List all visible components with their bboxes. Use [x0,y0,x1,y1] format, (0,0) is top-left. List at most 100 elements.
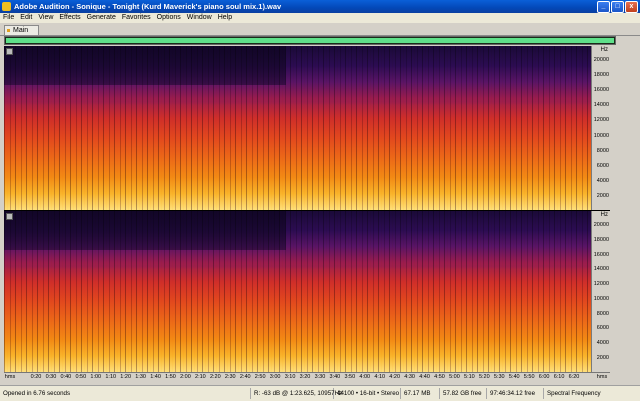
time-tick: 6:20 [568,374,580,380]
tab-main[interactable]: Main [4,25,40,35]
frequency-tick: 10000 [593,132,609,139]
close-button[interactable]: x [625,0,638,13]
time-tick: 2:50 [254,374,266,380]
frequency-tick: 4000 [596,340,609,347]
frequency-tick: 2000 [596,193,609,199]
menu-options[interactable]: Options [154,13,184,23]
window-title: Adobe Audition - Sonique - Tonight (Kurd… [14,2,282,11]
spectrogram-left-texture [4,46,604,210]
window-controls: _ □ x [597,0,638,13]
maximize-button[interactable]: □ [611,0,624,13]
time-tick: 5:40 [508,374,520,380]
menu-effects[interactable]: Effects [56,13,83,23]
channel-left-toggle[interactable] [6,48,13,55]
frequency-tick: 6000 [596,325,609,332]
frequency-tick: 18000 [593,236,609,243]
time-tick: 2:00 [180,374,191,380]
time-tick: 6:10 [553,374,565,380]
time-tick: 2:20 [209,374,221,380]
frequency-unit: Hz [600,47,608,53]
frequency-tick: 18000 [593,72,609,79]
time-tick: 3:40 [329,374,341,380]
frequency-unit: Hz [600,212,608,218]
frequency-tick: 16000 [593,251,609,258]
time-tick: 4:00 [359,374,371,380]
frequency-tick: 10000 [593,295,609,302]
frequency-tick: 20000 [593,57,609,63]
frequency-tick: 6000 [596,162,609,169]
overview-bar[interactable] [4,36,616,45]
tab-main-label: Main [13,27,29,34]
time-tick: 5:10 [464,374,475,380]
status-free-space: 57.82 GB free [440,388,487,399]
time-tick: 1:30 [135,374,146,380]
frequency-tick: 8000 [596,147,609,154]
menu-favorites[interactable]: Favorites [119,13,154,23]
time-tick: 5:00 [449,374,460,380]
time-tick: 6:00 [538,374,550,380]
time-tick: 5:30 [493,374,505,380]
time-ruler-start: hms [4,374,16,380]
time-tick: 5:20 [478,374,490,380]
frequency-ruler-right[interactable]: Hz 20000 18000 16000 14000 12000 10000 8000 600… [591,211,610,372]
time-tick: 3:30 [314,374,326,380]
status-free-time: 97:46:34.12 free [487,388,544,399]
status-level: R: -63 dB @ 1:23.625, 10957Hz [251,388,342,399]
menu-file[interactable]: File [0,13,17,23]
time-tick: 1:10 [105,374,117,380]
status-view-mode: Spectral Frequency [547,390,601,397]
time-tick: 2:10 [195,374,206,380]
time-tick: 3:10 [284,374,296,380]
spectral-view[interactable]: Hz 20000 18000 16000 14000 12000 10000 8000 600… [4,46,610,372]
time-tick: 1:20 [120,374,132,380]
menu-view[interactable]: View [35,13,56,23]
tab-marker-icon [7,29,10,32]
time-tick: 4:30 [404,374,415,380]
status-format: 44100 • 16-bit • Stereo [334,388,401,399]
visible-range[interactable] [6,38,614,43]
time-tick: 4:10 [374,374,386,380]
time-tick: 2:40 [239,374,251,380]
frequency-tick: 8000 [596,310,609,317]
time-tick: 1:50 [165,374,176,380]
status-opened: Opened in 6.76 seconds [0,388,251,399]
time-tick: 3:50 [344,374,356,380]
frequency-tick: 2000 [596,355,609,361]
time-tick: 4:50 [434,374,445,380]
time-tick: 5:50 [523,374,535,380]
spectrogram-right-texture [4,211,604,372]
time-tick: 4:40 [419,374,430,380]
channel-right[interactable] [4,211,604,372]
time-tick: 0:40 [60,374,72,380]
frequency-tick: 14000 [593,102,609,109]
channel-left[interactable] [4,46,604,210]
audition-app-icon [2,2,11,11]
time-tick: 1:00 [90,374,102,380]
channel-right-toggle[interactable] [6,213,13,220]
time-tick: 0:50 [75,374,87,380]
time-tick: 3:00 [269,374,281,380]
time-tick: 1:40 [150,374,161,380]
frequency-tick: 4000 [596,177,609,184]
time-tick: 0:20 [30,374,42,380]
menu-generate[interactable]: Generate [84,13,119,23]
status-size: 67.17 MB [401,388,440,399]
status-bar: Opened in 6.76 seconds R: -63 dB @ 1:23.… [0,385,640,401]
minimize-button[interactable]: _ [597,0,610,13]
frequency-tick: 16000 [593,87,609,94]
tab-strip: Main [0,23,640,36]
menu-bar: File Edit View Effects Generate Favorite… [0,13,640,23]
menu-edit[interactable]: Edit [17,13,35,23]
frequency-tick: 20000 [593,222,609,228]
menu-window[interactable]: Window [184,13,215,23]
time-tick: 4:20 [389,374,401,380]
frequency-tick: 12000 [593,117,609,124]
time-ruler-end: hms [596,374,608,380]
time-tick: 0:30 [45,374,57,380]
frequency-tick: 12000 [593,281,609,288]
menu-help[interactable]: Help [215,13,235,23]
frequency-tick: 14000 [593,266,609,273]
time-ruler[interactable]: hms hms 0:20 0:30 0:40 0:50 1:00 1:10 1:20 1:30… [4,372,610,382]
time-tick: 3:20 [299,374,311,380]
frequency-ruler-left[interactable]: Hz 20000 18000 16000 14000 12000 10000 8000 600… [591,46,610,210]
